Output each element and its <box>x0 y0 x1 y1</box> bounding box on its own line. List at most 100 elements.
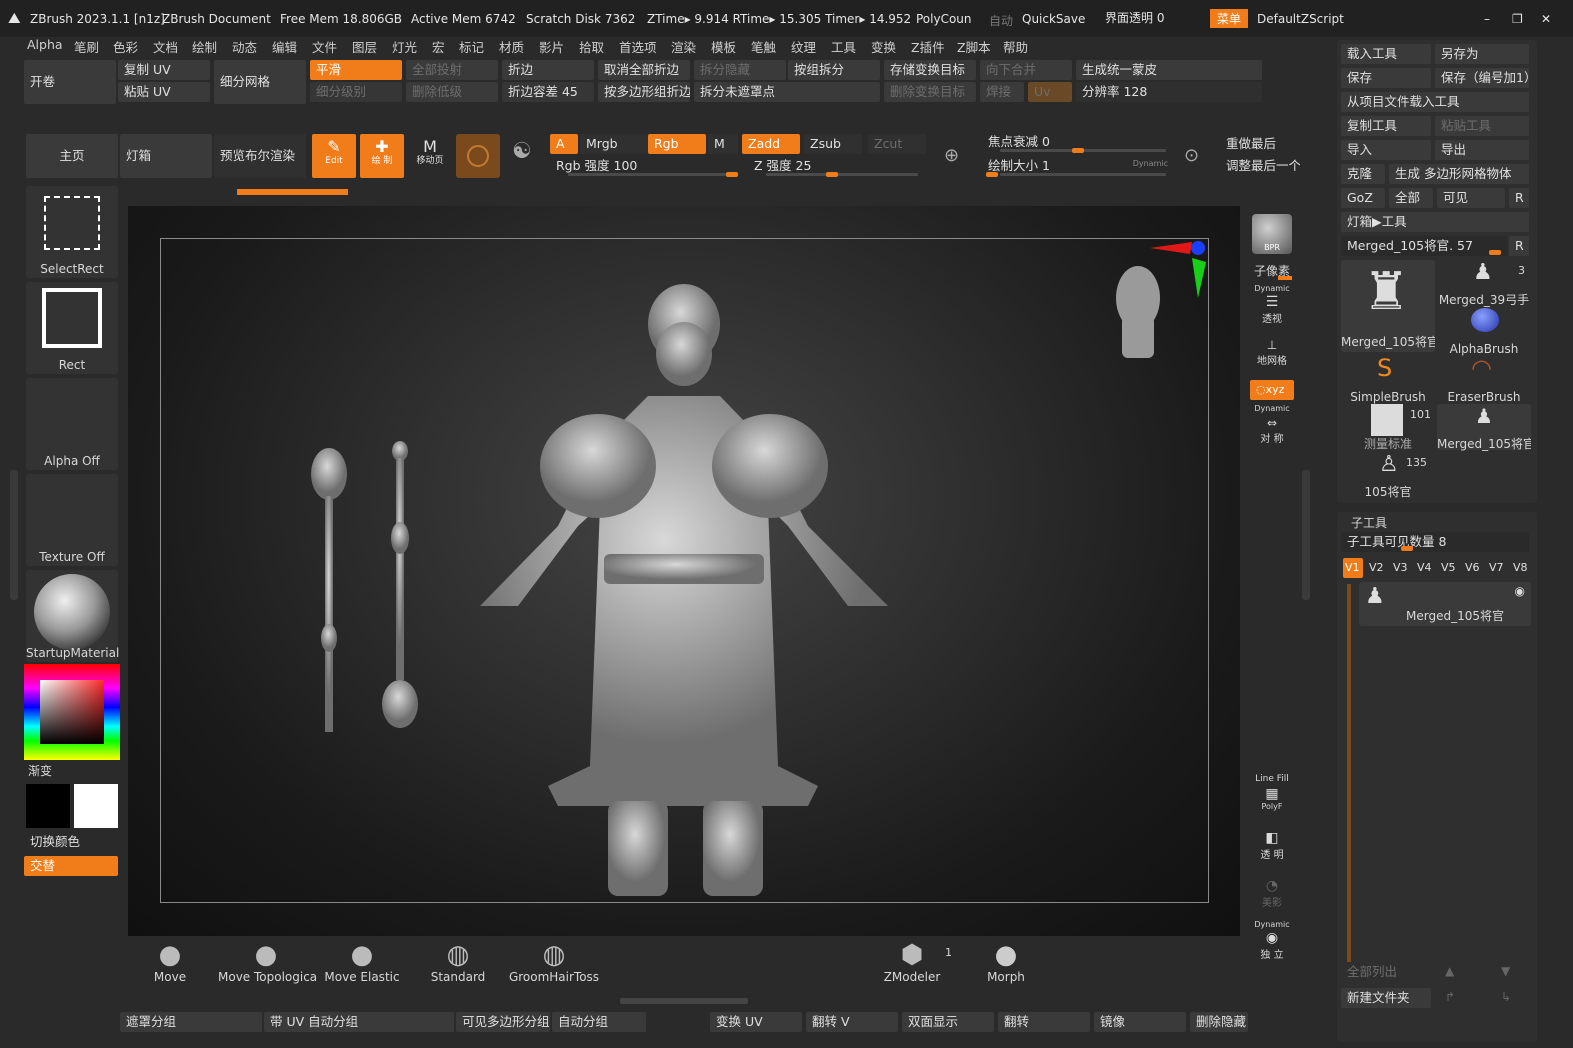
window-minimize-icon[interactable]: – <box>1484 12 1490 26</box>
transparency-button[interactable]: ◧ 透 明 <box>1252 830 1292 866</box>
menu-item[interactable]: 文档 <box>153 37 178 56</box>
menu-item[interactable]: Z脚本 <box>957 37 991 56</box>
version-tab[interactable]: V1 <box>1343 558 1363 578</box>
clone-button[interactable]: 克隆 <box>1341 164 1385 184</box>
subdivide-button[interactable]: 细分网格 <box>214 60 306 104</box>
weld-button[interactable]: 焊接 <box>980 82 1024 102</box>
project-all-button[interactable]: 全部投射 <box>406 60 498 80</box>
flip-v-button[interactable]: 翻转 V <box>806 1012 898 1032</box>
draw-size-slider[interactable]: 绘制大小 1 Dynamic <box>982 156 1172 178</box>
viewport-left-scroll[interactable] <box>10 470 18 600</box>
version-tab[interactable]: V4 <box>1415 558 1435 578</box>
uncrease-all-button[interactable]: 取消全部折边 <box>598 60 690 80</box>
select-rect-brush[interactable]: SelectRect <box>26 186 118 278</box>
import-button[interactable]: 导入 <box>1341 140 1431 160</box>
group-split-button[interactable]: 按组拆分 <box>788 60 880 80</box>
warrior-model[interactable] <box>128 206 1240 936</box>
adjust-last-button[interactable]: 调整最后一个 <box>1220 156 1300 176</box>
solo-button[interactable]: ◉ 独 立 <box>1252 930 1292 966</box>
m-toggle[interactable]: M <box>708 134 738 154</box>
subpixel-slider-bar[interactable] <box>1278 276 1292 280</box>
move-down-icon[interactable]: ▼ <box>1501 964 1510 978</box>
menu-item[interactable]: 渲染 <box>671 37 696 56</box>
arrow-down-icon[interactable]: ↳ <box>1501 990 1511 1004</box>
menu-item[interactable]: 纹理 <box>791 37 816 56</box>
main-color-swatch[interactable] <box>74 784 118 828</box>
list-all-button[interactable]: 全部列出 <box>1341 962 1431 982</box>
standard-brush-button[interactable]: ◍ Standard <box>410 940 506 994</box>
secondary-color-swatch[interactable] <box>26 784 70 828</box>
subtool-header[interactable]: 子工具 <box>1351 514 1387 531</box>
version-tab[interactable]: V3 <box>1391 558 1411 578</box>
menu-item[interactable]: 色彩 <box>113 37 138 56</box>
visible-polygroup-button[interactable]: 可见多边形分组 <box>456 1012 550 1032</box>
lightbox-button[interactable]: 灯箱 <box>120 134 212 178</box>
preview-boolean-button[interactable]: 预览布尔渲染 <box>214 134 306 178</box>
move-up-icon[interactable]: ▲ <box>1445 964 1454 978</box>
menu-item[interactable]: 文件 <box>312 37 337 56</box>
subtool-visible-slider[interactable]: 子工具可见数量 8 <box>1341 532 1529 552</box>
make-polymesh-button[interactable]: 生成 多边形网格物体 <box>1389 164 1529 184</box>
split-unmasked-button[interactable]: 拆分未遮罩点 <box>694 82 880 102</box>
menu-item[interactable]: 帮助 <box>1003 37 1028 56</box>
tool-thumb[interactable]: ♟ Merged_105将官 <box>1437 404 1531 451</box>
quicksave-button[interactable]: QuickSave <box>1022 12 1085 26</box>
alpha-selector[interactable]: Alpha Off <box>26 378 118 470</box>
menu-item[interactable]: Alpha <box>27 37 63 52</box>
morph-uv-button[interactable]: 变换 UV <box>710 1012 802 1032</box>
switch-color-button[interactable]: 切换颜色 <box>24 832 118 852</box>
load-from-project-button[interactable]: 从项目文件载入工具 <box>1341 92 1529 112</box>
groom-hair-brush-button[interactable]: ◍ GroomHairToss <box>506 940 602 994</box>
color-square[interactable] <box>40 680 104 744</box>
rect-stroke[interactable]: Rect <box>26 282 118 374</box>
uv-autogroup-button[interactable]: 带 UV 自动分组 <box>264 1012 454 1032</box>
sphere-tool-button[interactable] <box>456 134 500 178</box>
menu-item[interactable]: 工具 <box>831 37 856 56</box>
mask-group-button[interactable]: 遮罩分组 <box>120 1012 262 1032</box>
shelf-collapse-handle[interactable] <box>620 998 748 1004</box>
save-as-button[interactable]: 另存为 <box>1435 44 1529 64</box>
store-morph-button[interactable]: 存储变换目标 <box>884 60 976 80</box>
z-intensity-slider[interactable]: Z 强度 25 <box>748 156 924 178</box>
tool-thumb[interactable]: AlphaBrush <box>1437 308 1531 356</box>
perspective-button[interactable]: ☰ 透视 <box>1252 294 1292 325</box>
floor-button[interactable]: ⊥ 地网格 <box>1252 338 1292 370</box>
menu-item[interactable]: 拾取 <box>579 37 604 56</box>
subtool-scrollbar[interactable] <box>1347 584 1351 962</box>
goz-all-button[interactable]: 全部 <box>1389 188 1433 208</box>
flip-button[interactable]: 翻转 <box>998 1012 1090 1032</box>
menu-item[interactable]: 绘制 <box>192 37 217 56</box>
lazy-mouse-button[interactable]: ⊕ <box>938 136 978 176</box>
resolution-slider[interactable]: 分辨率 128 <box>1076 82 1262 102</box>
mirror-button[interactable]: 镜像 <box>1094 1012 1186 1032</box>
bpr-button[interactable]: BPR <box>1252 214 1292 254</box>
dynamic-label[interactable]: Dynamic <box>1133 154 1168 174</box>
polyframe-button[interactable]: ▦ PolyF <box>1252 786 1292 816</box>
rgb-intensity-slider[interactable]: Rgb 强度 100 <box>550 156 740 178</box>
window-close-icon[interactable]: ✕ <box>1541 12 1551 26</box>
texture-selector[interactable]: Texture Off <box>26 474 118 566</box>
color-picker[interactable] <box>24 664 120 760</box>
menu-item[interactable]: 材质 <box>499 37 524 56</box>
move-mode-button[interactable]: M 移动页 <box>408 134 452 178</box>
version-tab[interactable]: V7 <box>1487 558 1507 578</box>
menu-item[interactable]: 笔刷 <box>74 37 99 56</box>
mrgb-toggle[interactable]: Mrgb <box>580 134 648 154</box>
tool-thumb[interactable]: ♜ Merged_105将官 <box>1341 260 1435 352</box>
menu-item[interactable]: 图层 <box>352 37 377 56</box>
paste-uv-button[interactable]: 粘贴 UV <box>118 82 210 102</box>
double-sided-button[interactable]: 双面显示 <box>902 1012 994 1032</box>
visibility-eye-icon[interactable]: ◉ <box>1515 584 1525 598</box>
menu-item[interactable]: 动态 <box>232 37 257 56</box>
alternate-button[interactable]: 交替 <box>24 856 118 876</box>
menu-item[interactable]: 变换 <box>871 37 896 56</box>
version-tab[interactable]: V6 <box>1463 558 1483 578</box>
goz-visible-button[interactable]: 可见 <box>1437 188 1505 208</box>
export-button[interactable]: 导出 <box>1435 140 1529 160</box>
zmodeler-brush-button[interactable]: ⬢ 1 ZModeler <box>866 940 958 994</box>
load-tool-button[interactable]: 载入工具 <box>1341 44 1431 64</box>
symmetry-button[interactable]: ⇔ 对 称 <box>1252 416 1292 446</box>
gradient-label[interactable]: 渐变 <box>28 762 52 779</box>
script-label[interactable]: DefaultZScript <box>1257 12 1344 26</box>
version-tab[interactable]: V2 <box>1367 558 1387 578</box>
